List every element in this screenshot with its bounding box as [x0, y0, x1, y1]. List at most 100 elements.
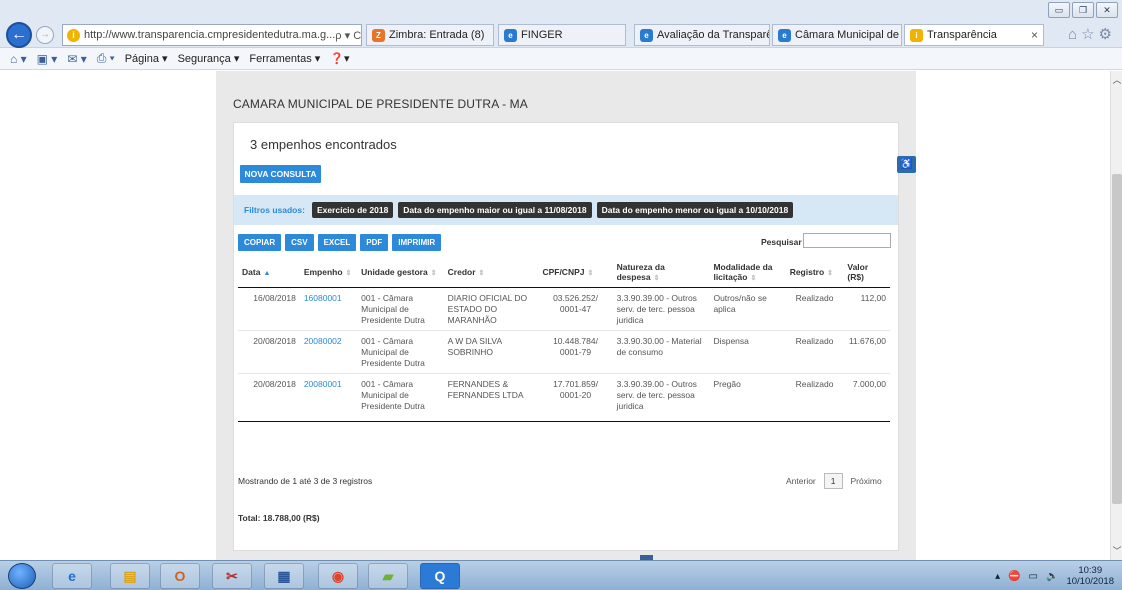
close-window-button[interactable]: ✕ [1096, 2, 1118, 18]
back-button[interactable]: ← [6, 22, 32, 48]
close-tab-icon[interactable]: × [1031, 28, 1038, 42]
info-icon: i [910, 28, 923, 42]
word-taskbar-icon[interactable]: ▦ [264, 563, 304, 589]
display-icon[interactable]: ▭ [1029, 571, 1038, 582]
filters-label: Filtros usados: [244, 205, 305, 215]
export-toolbar: COPIAR CSV EXCEL PDF IMPRIMIR [238, 234, 442, 251]
tab-avaliacao[interactable]: e Avaliação da Transparê... [634, 24, 770, 46]
search-app-taskbar-icon[interactable]: Q [420, 563, 460, 589]
url-text: http://www.transparencia.cmpresidentedut… [84, 29, 336, 41]
address-actions[interactable]: ρ ▾ C [335, 29, 361, 42]
col-header-unidade[interactable]: Unidade gestora ⇕ [357, 257, 444, 288]
cell-empenho-link[interactable]: 16080001 [300, 287, 357, 330]
search-input[interactable] [803, 233, 891, 248]
menu-page[interactable]: Página ▾ [125, 52, 168, 65]
new-query-button[interactable]: NOVA CONSULTA [240, 165, 321, 183]
cell-data: 20/08/2018 [238, 329, 300, 373]
cell-modalidade: Outros/não se aplica [713, 292, 767, 314]
windows-taskbar: e ▤ O ✂ ▦ ◉ ▰ Q ▴ ⛔ ▭ 🔈 10:39 10/10/2018 [0, 560, 1122, 590]
home-icon[interactable]: ⌂ [1068, 26, 1081, 43]
ie-page-icon: e [640, 28, 653, 42]
scroll-up-icon[interactable]: ︿ [1111, 73, 1122, 87]
home-icon[interactable]: ⌂ ▾ [10, 52, 27, 66]
restore-button[interactable]: ❐ [1072, 2, 1094, 18]
snipping-tool-icon[interactable]: ✂ [212, 563, 252, 589]
outlook-taskbar-icon[interactable]: O [160, 563, 200, 589]
cell-unidade: 001 - Câmara Municipal de Presidente Dut… [357, 329, 444, 373]
accessibility-icon[interactable]: ♿ [897, 156, 916, 173]
tab-transparencia[interactable]: i Transparência × [904, 24, 1044, 46]
minimize-button[interactable]: ▭ [1048, 2, 1070, 18]
mail-icon[interactable]: ✉ ▾ [67, 52, 86, 66]
menu-tools[interactable]: Ferramentas ▾ [249, 52, 320, 65]
forward-button[interactable]: → [36, 26, 54, 44]
tab-camara[interactable]: e Câmara Municipal de P... [772, 24, 902, 46]
cell-natureza: 3.3.90.39.00 - Outros serv. de terc. pes… [616, 292, 697, 325]
tab-title: Câmara Municipal de P... [795, 29, 901, 41]
menu-security[interactable]: Segurança ▾ [178, 52, 240, 65]
vertical-scrollbar[interactable]: ︿ ﹀ [1110, 71, 1122, 560]
results-card: 3 empenhos encontrados NOVA CONSULTA Fil… [233, 122, 899, 551]
scroll-thumb[interactable] [1112, 174, 1122, 504]
cell-valor: 112,00 [860, 292, 886, 303]
table-header-row: Data ▲ Empenho ⇕ Unidade gestora ⇕ Credor ⇕ … [238, 257, 890, 288]
col-header-valor[interactable]: Valor (R$) [843, 257, 890, 288]
feeds-icon[interactable]: ▣ ▾ [37, 52, 58, 66]
address-bar[interactable]: i http://www.transparencia.cmpresidented… [62, 24, 362, 46]
col-label: Registro [789, 266, 825, 277]
cell-cpf-cnpj: 17.701.859/ 0001-20 [538, 372, 613, 416]
sort-icon: ⇕ [827, 269, 834, 277]
cell-empenho-link[interactable]: 20080002 [299, 329, 358, 373]
col-header-natureza[interactable]: Natureza da despesa ⇕ [612, 257, 710, 288]
command-bar: ⌂ ▾ ▣ ▾ ✉ ▾ ⎙ ▾ Página ▾ Segurança ▾ Fer… [0, 48, 1122, 70]
favorites-star-icon[interactable]: ☆ [1081, 26, 1098, 43]
sort-asc-icon: ▲ [263, 269, 271, 277]
window-titlebar: ▭ ❐ ✕ [0, 0, 1122, 20]
previous-page-button[interactable]: Anterior [786, 476, 816, 486]
cell-valor: 11.676,00 [843, 329, 890, 373]
start-button[interactable] [8, 563, 36, 589]
ie-taskbar-icon[interactable]: e [52, 563, 92, 589]
pdf-button[interactable]: PDF [360, 234, 389, 251]
tray-arrow-icon[interactable]: ▴ [995, 571, 1000, 582]
chrome-taskbar-icon[interactable]: ◉ [318, 563, 358, 589]
excel-button[interactable]: EXCEL [317, 234, 357, 251]
sort-icon: ⇕ [750, 274, 757, 282]
scroll-down-icon[interactable]: ﹀ [1111, 544, 1122, 558]
showing-info: Mostrando de 1 até 3 de 3 registros [238, 476, 373, 486]
tab-finger[interactable]: e FINGER [498, 24, 626, 46]
tab-zimbra[interactable]: Z Zimbra: Entrada (8) [366, 24, 494, 46]
col-header-data[interactable]: Data ▲ [238, 257, 300, 288]
print-button[interactable]: IMPRIMIR [392, 234, 442, 251]
cell-registro: Realizado [795, 292, 834, 303]
col-header-credor[interactable]: Credor ⇕ [443, 257, 539, 288]
copy-button[interactable]: COPIAR [238, 234, 282, 251]
menu-help[interactable]: ❓▾ [330, 52, 349, 65]
print-icon[interactable]: ⎙ ▾ [97, 51, 115, 66]
next-page-button[interactable]: Próximo [851, 476, 882, 486]
csv-button[interactable]: CSV [285, 234, 314, 251]
cell-data: 20/08/2018 [238, 372, 300, 416]
clock[interactable]: 10:39 10/10/2018 [1066, 565, 1114, 587]
volume-icon[interactable]: 🔈 [1046, 571, 1058, 582]
col-header-modalidade[interactable]: Modalidade da licitação ⇕ [709, 257, 786, 288]
col-label: Empenho [303, 266, 343, 277]
col-header-empenho[interactable]: Empenho ⇕ [299, 257, 358, 288]
gear-icon[interactable]: ⚙ [1099, 26, 1116, 43]
results-count: 3 empenhos encontrados [250, 137, 397, 152]
page-viewport: CAMARA MUNICIPAL DE PRESIDENTE DUTRA - M… [0, 71, 1110, 560]
col-header-cpf-cnpj[interactable]: CPF/CNPJ ⇕ [538, 257, 613, 288]
col-header-registro[interactable]: Registro ⇕ [785, 257, 844, 288]
explorer-taskbar-icon[interactable]: ▤ [110, 563, 150, 589]
app-taskbar-icon[interactable]: ▰ [368, 563, 408, 589]
col-label: CPF/CNPJ [542, 266, 585, 277]
cell-empenho-link[interactable]: 20080001 [299, 372, 358, 416]
network-icon[interactable]: ⛔ [1008, 571, 1020, 582]
cell-cpf-cnpj: 10.448.784/ 0001-79 [538, 329, 613, 373]
col-label: Data [242, 266, 261, 277]
tab-title: Transparência [927, 29, 997, 41]
page-1-button[interactable]: 1 [823, 473, 843, 489]
browser-icons: ⌂☆⚙ [1068, 25, 1116, 43]
cell-registro: Realizado [785, 329, 844, 373]
table-row: 20/08/2018 20080001 001 - Câmara Municip… [238, 372, 890, 416]
